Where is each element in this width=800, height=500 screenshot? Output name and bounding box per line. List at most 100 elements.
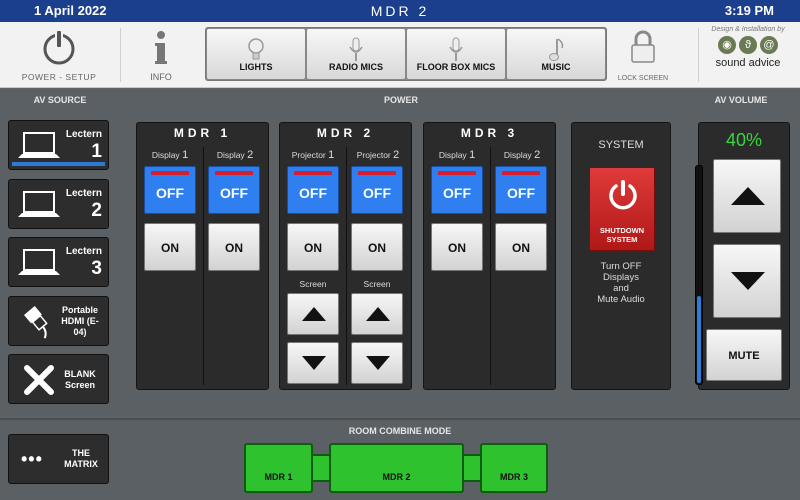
eye-icon: ◉ xyxy=(718,36,736,54)
brand-logo-marks: ◉ ϑ @ xyxy=(700,36,796,54)
volume-percent: 40% xyxy=(725,130,763,150)
system-description: Turn OFF Displays and Mute Audio xyxy=(572,261,670,305)
mdr2-panel: MDR 2 Projector 1 Projector 2 OFF OFF ON… xyxy=(279,122,412,390)
column-divider xyxy=(346,147,347,385)
radio-mics-tab[interactable]: RADIO MICS xyxy=(307,29,405,79)
mdr3-display-1-on-button[interactable]: ON xyxy=(431,223,483,271)
power-icon xyxy=(609,180,637,210)
source-number: 2 xyxy=(91,200,102,221)
mdr2-projector-1-off-button[interactable]: OFF xyxy=(287,166,339,214)
header-separator xyxy=(120,28,121,82)
display-2-label: Display 2 xyxy=(205,149,265,161)
room-link-1-2 xyxy=(311,454,331,482)
room-title: MDR 2 xyxy=(370,3,430,19)
mdr2-projector-2-off-button[interactable]: OFF xyxy=(351,166,403,214)
off-state-indicator xyxy=(151,171,189,175)
off-label: OFF xyxy=(363,185,391,201)
system-title: SYSTEM xyxy=(598,139,644,151)
room-mdr2-button[interactable]: MDR 2 xyxy=(329,443,464,493)
source-label: Lectern xyxy=(65,129,102,140)
mdr1-panel: MDR 1 Display 1 Display 2 OFF OFF ON ON xyxy=(136,122,269,390)
mdr3-display-2-on-button[interactable]: ON xyxy=(495,223,547,271)
screen-2-up-button[interactable] xyxy=(351,293,403,335)
volume-level-fill xyxy=(697,295,701,383)
source-blank-screen-button[interactable]: BLANK Screen xyxy=(8,354,109,404)
mdr2-projector-2-on-button[interactable]: ON xyxy=(351,223,403,271)
floor-box-mics-tab[interactable]: FLOOR BOX MICS xyxy=(407,29,505,79)
close-icon xyxy=(24,365,54,395)
lock-screen-label: LOCK SCREEN xyxy=(617,75,669,82)
mdr3-display-2-off-button[interactable]: OFF xyxy=(495,166,547,214)
mdr1-display-2-on-button[interactable]: ON xyxy=(208,223,260,271)
shutdown-system-button[interactable]: SHUTDOWN SYSTEM xyxy=(589,167,655,251)
mdr3-panel: MDR 3 Display 1 Display 2 OFF OFF ON ON xyxy=(423,122,556,390)
mdr2-title: MDR 2 xyxy=(316,126,375,140)
spiral-icon: @ xyxy=(760,36,778,54)
lights-tab[interactable]: LIGHTS xyxy=(207,29,305,79)
off-label: OFF xyxy=(299,185,327,201)
music-tab-label: MUSIC xyxy=(541,62,571,72)
music-tab[interactable]: MUSIC xyxy=(507,29,605,79)
arrow-down-icon xyxy=(302,356,326,370)
screen-1-down-button[interactable] xyxy=(287,342,339,384)
system-panel: SYSTEM SHUTDOWN SYSTEM Turn OFF Displays… xyxy=(571,122,671,390)
brand-name: sound advice xyxy=(715,57,781,69)
brand-tagline: Design & Installation by xyxy=(711,26,785,33)
mdr1-display-2-off-button[interactable]: OFF xyxy=(208,166,260,214)
music-note-icon xyxy=(549,38,564,61)
projector-1-label: Projector 1 xyxy=(283,149,343,161)
arrow-up-icon xyxy=(731,187,765,205)
source-lectern-3-button[interactable]: Lectern 3 xyxy=(8,237,109,287)
col-name: Display xyxy=(216,150,245,160)
power-setup-button[interactable]: POWER - SETUP xyxy=(0,22,118,88)
source-lectern-1-button[interactable]: Lectern 1 xyxy=(8,120,109,170)
matrix-label: THE MATRIX xyxy=(64,448,98,469)
the-matrix-button[interactable]: ••• THE MATRIX xyxy=(8,434,109,484)
mute-button[interactable]: MUTE xyxy=(706,329,782,381)
off-state-indicator xyxy=(358,171,396,175)
room-mdr3-button[interactable]: MDR 3 xyxy=(480,443,548,493)
col-num: 1 xyxy=(469,149,476,161)
col-name: Display xyxy=(503,150,532,160)
volume-up-button[interactable] xyxy=(713,159,781,233)
microphone-icon xyxy=(349,37,363,61)
volume-level-bar xyxy=(695,165,703,385)
room-label: MDR 3 xyxy=(499,472,528,482)
power-title: POWER xyxy=(383,95,418,105)
info-label: INFO xyxy=(150,72,172,82)
off-label: OFF xyxy=(156,185,184,201)
desc-line: Mute Audio xyxy=(597,294,645,305)
desc-line: and xyxy=(613,283,629,294)
lock-screen-button[interactable]: LOCK SCREEN xyxy=(612,22,674,88)
mdr2-projector-1-on-button[interactable]: ON xyxy=(287,223,339,271)
screen-1-up-button[interactable] xyxy=(287,293,339,335)
mdr1-display-1-on-button[interactable]: ON xyxy=(144,223,196,271)
laptop-icon xyxy=(18,249,60,275)
radio-mics-tab-label: RADIO MICS xyxy=(329,62,383,72)
microphone-icon xyxy=(449,37,463,61)
arrow-down-icon xyxy=(366,356,390,370)
room-label: MDR 1 xyxy=(264,472,293,482)
source-number: 3 xyxy=(91,258,102,279)
desc-line: Turn OFF xyxy=(600,261,642,272)
floor-box-mics-tab-label: FLOOR BOX MICS xyxy=(416,62,496,72)
mdr1-display-1-off-button[interactable]: OFF xyxy=(144,166,196,214)
volume-down-button[interactable] xyxy=(713,244,781,318)
screen-2-down-button[interactable] xyxy=(351,342,403,384)
off-label: OFF xyxy=(443,185,471,201)
projector-2-label: Projector 2 xyxy=(348,149,408,161)
info-button[interactable]: INFO xyxy=(128,22,194,88)
source-lectern-2-button[interactable]: Lectern 2 xyxy=(8,179,109,229)
off-state-indicator xyxy=(294,171,332,175)
active-source-indicator xyxy=(12,162,105,166)
source-portable-hdmi-button[interactable]: Portable HDMI (E-04) xyxy=(8,296,109,346)
source-number: 1 xyxy=(91,141,102,162)
laptop-icon xyxy=(18,191,60,217)
arrow-up-icon xyxy=(302,307,326,321)
display-1-label: Display 1 xyxy=(427,149,487,161)
room-mdr1-button[interactable]: MDR 1 xyxy=(244,443,313,493)
hdmi-plug-icon xyxy=(23,306,48,339)
more-dots-icon: ••• xyxy=(21,449,43,469)
source-label: BLANK Screen xyxy=(64,369,96,390)
mdr3-display-1-off-button[interactable]: OFF xyxy=(431,166,483,214)
